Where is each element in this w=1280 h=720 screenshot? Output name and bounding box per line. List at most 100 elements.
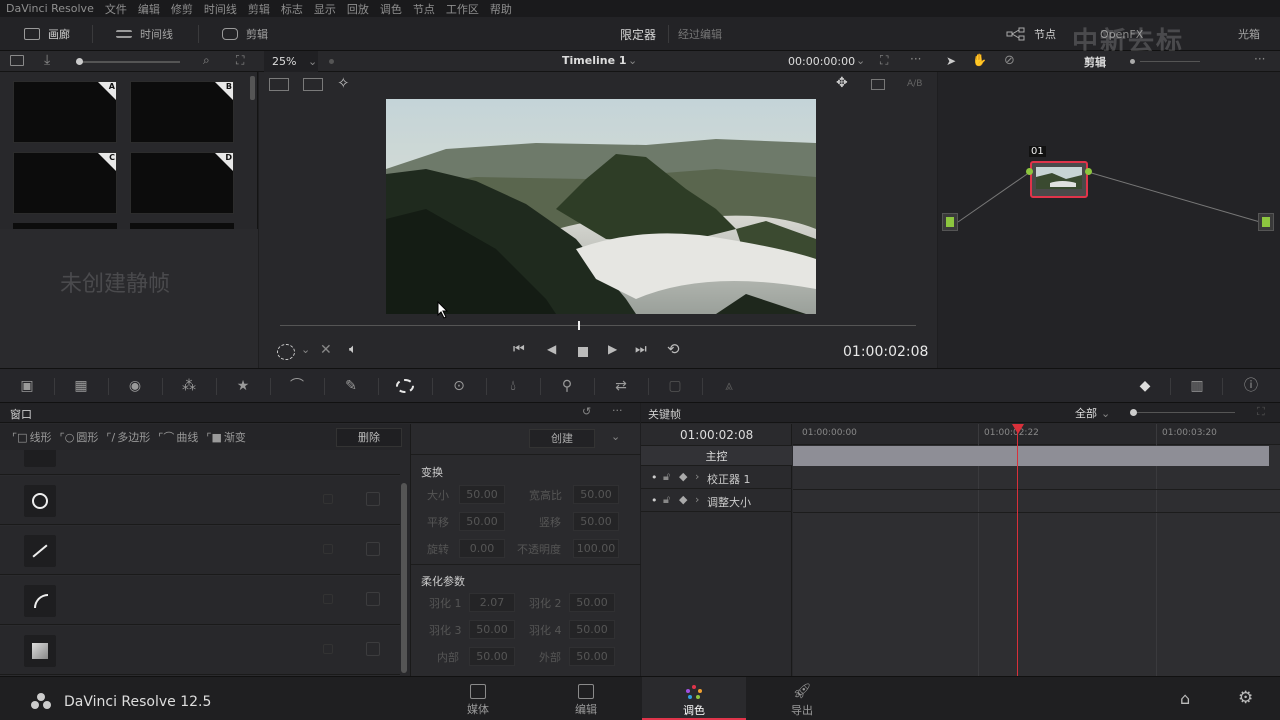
tool-polygon[interactable]: 多边形 <box>117 429 150 445</box>
move-icon[interactable]: ✥ <box>836 75 848 91</box>
timeline-chevron-icon[interactable]: ⌄ <box>628 54 637 67</box>
loop-icon[interactable]: ⟲ <box>667 340 680 358</box>
blur-icon[interactable]: 💧︎ <box>504 378 522 394</box>
window-row-polygon[interactable] <box>0 526 400 575</box>
bypass-button[interactable]: 经过编辑 <box>678 17 722 51</box>
node-editor-panel[interactable]: 01 <box>938 72 1280 368</box>
settings-gear-icon[interactable]: ⚙ <box>1238 688 1253 708</box>
hand-icon[interactable]: ✋ <box>972 53 987 67</box>
loop-select-icon[interactable] <box>277 344 295 360</box>
curves-icon[interactable]: ⌒ <box>288 378 306 394</box>
expand-icon[interactable]: ⛶ <box>236 53 244 68</box>
magic-wand-icon[interactable]: ✧ <box>337 74 350 92</box>
node-input-dot[interactable] <box>1026 168 1033 175</box>
keyframe-playhead[interactable] <box>1017 424 1018 676</box>
window-enable-checkbox[interactable] <box>366 542 380 556</box>
master-track-label[interactable]: 主控 <box>641 445 792 466</box>
reset-icon[interactable]: ↺ <box>582 405 591 418</box>
bypass-icon[interactable]: ⊘ <box>1004 53 1015 68</box>
menu-view[interactable]: 显示 <box>314 1 336 17</box>
scopes-icon[interactable]: ▥ <box>1188 378 1206 394</box>
pointer-icon[interactable]: ➤ <box>946 54 956 68</box>
3d-icon[interactable]: ▢ <box>666 378 684 394</box>
menu-nodes[interactable]: 节点 <box>413 1 435 17</box>
menu-help[interactable]: 帮助 <box>490 1 512 17</box>
still-thumbnail-a[interactable]: A <box>13 81 117 143</box>
speaker-icon[interactable]: 🔈︎ <box>349 342 357 357</box>
outside-field[interactable]: 50.00 <box>569 647 615 666</box>
playhead-handle[interactable] <box>1012 424 1024 434</box>
properties-chevron-icon[interactable]: ⌄ <box>611 430 620 443</box>
window-icon[interactable] <box>396 379 414 393</box>
soft3-field[interactable]: 50.00 <box>469 620 515 639</box>
search-icon[interactable]: ⌕ <box>203 53 210 68</box>
motion-effects-icon[interactable]: ★ <box>234 378 252 394</box>
keyframe-expand-icon[interactable]: ⛶ <box>1257 405 1265 419</box>
go-to-start-icon[interactable]: ⏮︎ <box>513 342 525 357</box>
size-field[interactable]: 50.00 <box>459 485 505 504</box>
keyframe-zoom-knob[interactable] <box>1130 409 1137 416</box>
single-viewer-icon[interactable] <box>269 78 289 91</box>
output-node[interactable] <box>1258 213 1274 231</box>
master-keyframe-bar[interactable] <box>793 446 1269 466</box>
window-row-gradient[interactable] <box>0 626 400 675</box>
lock-icon[interactable]: 🔓︎ <box>663 470 670 484</box>
play-icon[interactable]: ▶ <box>608 342 617 356</box>
tracker-icon[interactable]: ⊙ <box>450 378 468 394</box>
stereo-icon[interactable]: ⩓ <box>720 378 738 394</box>
still-thumbnail-c[interactable]: C <box>13 152 117 214</box>
still-thumbnail-b[interactable]: B <box>130 81 234 143</box>
gallery-scrollbar[interactable] <box>250 76 255 100</box>
menu-file[interactable]: 文件 <box>105 1 127 17</box>
node-output-dot[interactable] <box>1085 168 1092 175</box>
menu-workspace[interactable]: 工作区 <box>446 1 479 17</box>
tool-gradient[interactable]: 渐变 <box>224 429 246 445</box>
menu-mark[interactable]: 标志 <box>281 1 303 17</box>
node-more-icon[interactable]: ··· <box>1254 52 1265 66</box>
unmix-icon[interactable]: ✕ <box>320 342 332 358</box>
keyframe-filter-select[interactable]: 全部 ⌄ <box>1075 405 1110 421</box>
fullscreen-icon[interactable]: ⛶ <box>880 53 888 68</box>
window-row-curve[interactable] <box>0 576 400 625</box>
clips-button[interactable]: 剪辑 <box>222 17 268 51</box>
window-more-icon[interactable]: ··· <box>612 404 623 417</box>
gallery-zoom-slider[interactable] <box>76 58 180 65</box>
key-icon[interactable]: ⚲ <box>558 378 576 394</box>
keyframe-zoom-slider[interactable] <box>1137 412 1235 413</box>
stop-icon[interactable] <box>578 347 588 357</box>
track-sizing[interactable]: • 🔓︎ ◆ › 调整大小 <box>641 489 792 512</box>
scrubber-bar[interactable] <box>280 325 916 326</box>
menu-app[interactable]: DaVinci Resolve <box>6 2 94 15</box>
sizing-icon[interactable]: ⇄ <box>612 378 630 394</box>
node-zoom-dot[interactable] <box>1130 59 1135 64</box>
page-edit[interactable]: 编辑 <box>548 677 624 720</box>
play-reverse-icon[interactable]: ◀ <box>547 342 556 356</box>
go-to-end-icon[interactable]: ⏭︎ <box>635 342 647 357</box>
compare-icon[interactable] <box>871 79 885 90</box>
rotate-field[interactable]: 0.00 <box>459 539 505 558</box>
page-color[interactable]: 调色 <box>642 677 746 720</box>
track-corrector[interactable]: • 🔓︎ ◆ › 校正器 1 <box>641 466 792 489</box>
scrubber-playhead[interactable] <box>578 321 580 330</box>
soft1-field[interactable]: 2.07 <box>469 593 515 612</box>
page-media[interactable]: 媒体 <box>440 677 516 720</box>
node-zoom-slider[interactable] <box>1140 61 1200 62</box>
window-list-scrollbar[interactable] <box>401 483 407 673</box>
limiter-button[interactable]: 限定器 <box>620 17 656 51</box>
menu-playback[interactable]: 回放 <box>347 1 369 17</box>
keyframe-diamond-icon[interactable]: ◆ <box>679 470 687 483</box>
color-match-icon[interactable]: ▦ <box>72 378 90 394</box>
rgb-mixer-icon[interactable]: ⁂ <box>180 378 198 394</box>
nodes-button[interactable]: 节点 <box>1006 17 1056 51</box>
info-icon[interactable]: ⓘ <box>1242 378 1260 394</box>
qualifier-icon[interactable]: ✎ <box>342 378 360 394</box>
video-frame[interactable] <box>386 99 816 314</box>
tilt-field[interactable]: 50.00 <box>573 512 619 531</box>
expand-track-icon[interactable]: › <box>695 493 699 506</box>
tool-circle[interactable]: 圆形 <box>76 429 98 445</box>
ab-label[interactable]: A/B <box>907 79 922 89</box>
node-mode-label[interactable]: 剪辑 <box>1084 54 1106 70</box>
menu-timeline[interactable]: 时间线 <box>204 1 237 17</box>
sidebar-toggle-icon[interactable] <box>10 55 24 66</box>
slider-knob[interactable] <box>76 58 83 65</box>
